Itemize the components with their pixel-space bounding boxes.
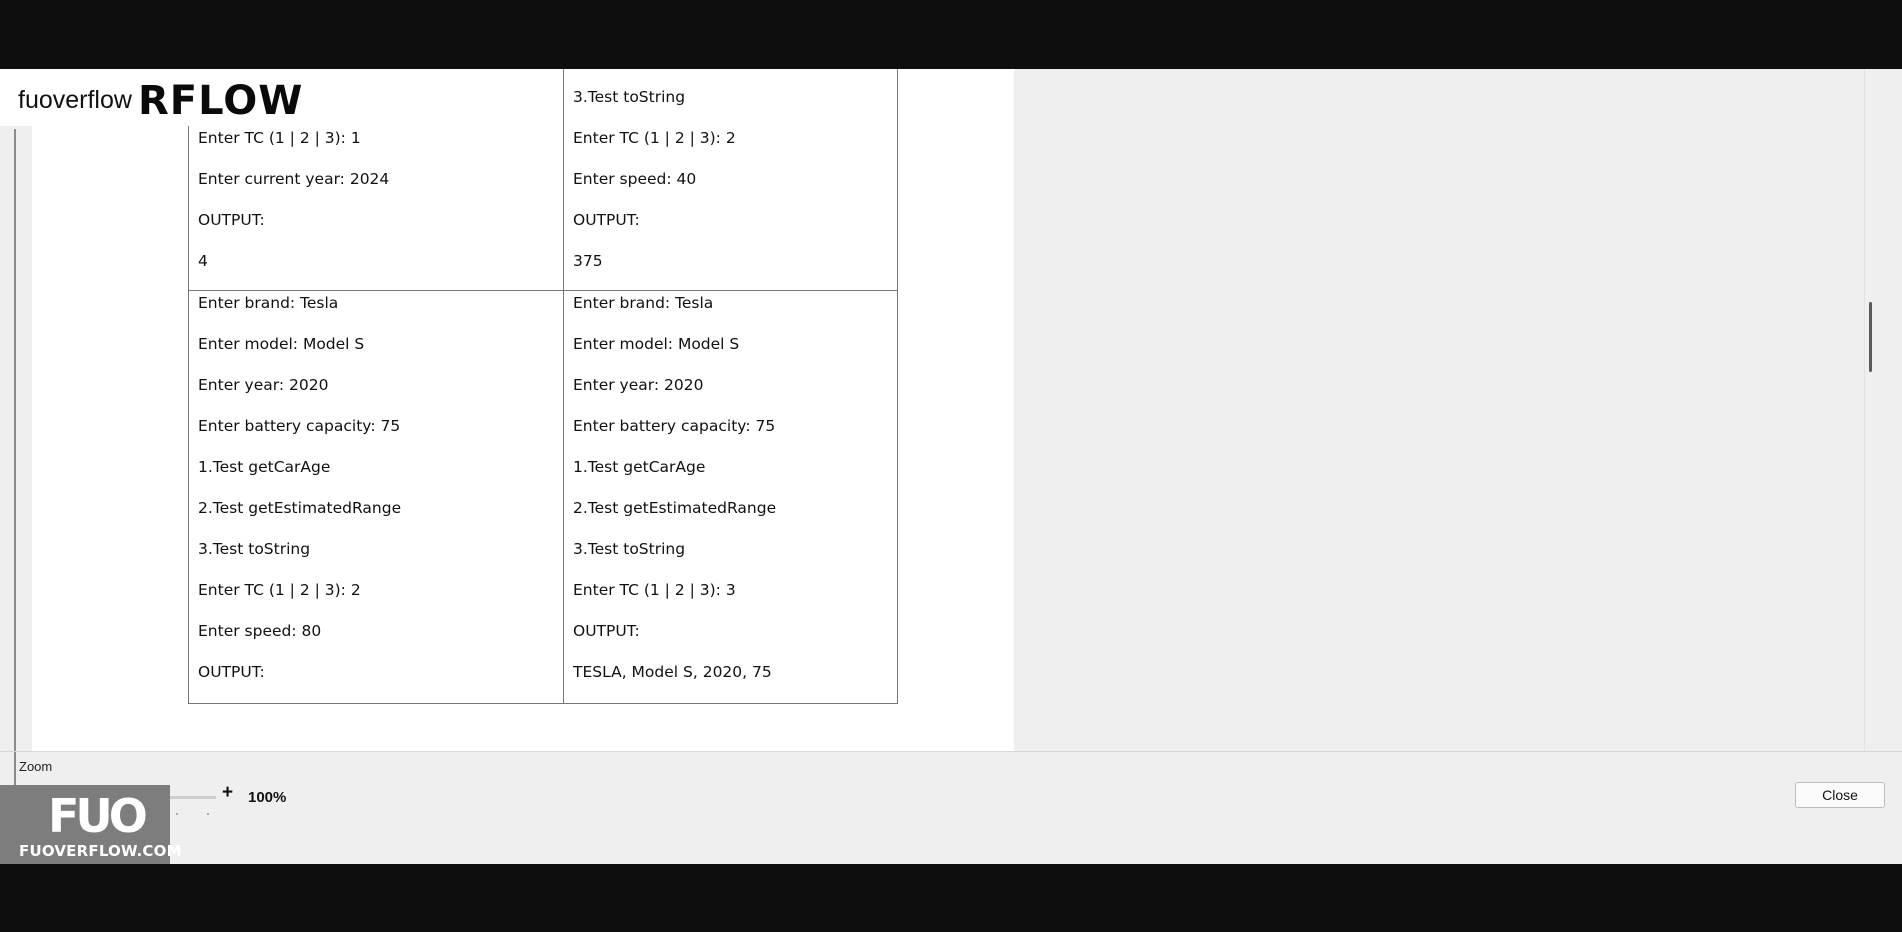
table-line: Enter TC (1 | 2 | 3): 2: [198, 581, 361, 599]
table-line: 4: [198, 252, 208, 270]
table-column-right: 3.Test toString Enter TC (1 | 2 | 3): 2 …: [563, 69, 897, 703]
table-line: Enter year: 2020: [573, 376, 704, 394]
table-line: 2.Test getEstimatedRange: [573, 499, 777, 517]
table-line: Enter TC (1 | 2 | 3): 2: [573, 129, 736, 147]
table-line: 2.Test getEstimatedRange: [198, 499, 402, 517]
watermark-text: FUOVERFLOW.COM: [19, 842, 182, 860]
corner-watermark: FUO FUOVERFLOW.COM: [0, 785, 182, 864]
image-viewer-dialog: Enter TC (1 | 2 | 3): 1 Enter current ye…: [0, 69, 1902, 864]
table-line: 1.Test getCarAge: [573, 458, 706, 476]
zoom-tick: [207, 813, 209, 815]
table-line: Enter speed: 40: [573, 170, 697, 188]
table-line: TESLA, Model S, 2020, 75: [573, 663, 772, 681]
close-button[interactable]: Close: [1795, 782, 1885, 808]
brand-watermark-banner: fuoverflow RFLOW: [0, 69, 536, 126]
zoom-in-button[interactable]: +: [222, 782, 233, 804]
table-line: OUTPUT:: [573, 622, 640, 640]
table-line: OUTPUT:: [573, 211, 640, 229]
document-page: Enter TC (1 | 2 | 3): 1 Enter current ye…: [32, 69, 1014, 751]
table-line: 3.Test toString: [573, 88, 686, 106]
table-line: Enter TC (1 | 2 | 3): 1: [198, 129, 361, 147]
table-line: Enter year: 2020: [198, 376, 329, 394]
table-line: Enter TC (1 | 2 | 3): 3: [573, 581, 736, 599]
table-line: Enter current year: 2024: [198, 170, 390, 188]
footer-separator: [0, 751, 1902, 752]
table-line: Enter model: Model S: [573, 335, 740, 353]
table-line: 3.Test toString: [198, 540, 311, 558]
table-column-left: Enter TC (1 | 2 | 3): 1 Enter current ye…: [189, 69, 562, 703]
table-row-divider: [189, 290, 897, 291]
table-line: OUTPUT:: [198, 211, 265, 229]
brand-logo-text: RFLOW: [138, 78, 304, 124]
zoom-tick: [176, 813, 178, 815]
table-line: OUTPUT:: [198, 663, 265, 681]
vertical-scrollbar[interactable]: [1864, 69, 1875, 751]
table-line: Enter model: Model S: [198, 335, 365, 353]
brand-name: fuoverflow: [18, 86, 132, 114]
scrollbar-thumb[interactable]: [1869, 302, 1872, 372]
table-line: Enter speed: 80: [198, 622, 322, 640]
table-line: Enter brand: Tesla: [198, 294, 339, 312]
table-line: 3.Test toString: [573, 540, 686, 558]
table-line: Enter battery capacity: 75: [573, 417, 776, 435]
table-line: Enter brand: Tesla: [573, 294, 714, 312]
table-line: 1.Test getCarAge: [198, 458, 331, 476]
test-case-table: Enter TC (1 | 2 | 3): 1 Enter current ye…: [188, 69, 898, 704]
table-line: Enter battery capacity: 75: [198, 417, 401, 435]
left-border: [14, 129, 16, 821]
zoom-label: Zoom: [19, 759, 53, 774]
table-line: 375: [573, 252, 603, 270]
zoom-level: 100%: [248, 789, 287, 806]
watermark-logo: FUO: [48, 789, 148, 843]
